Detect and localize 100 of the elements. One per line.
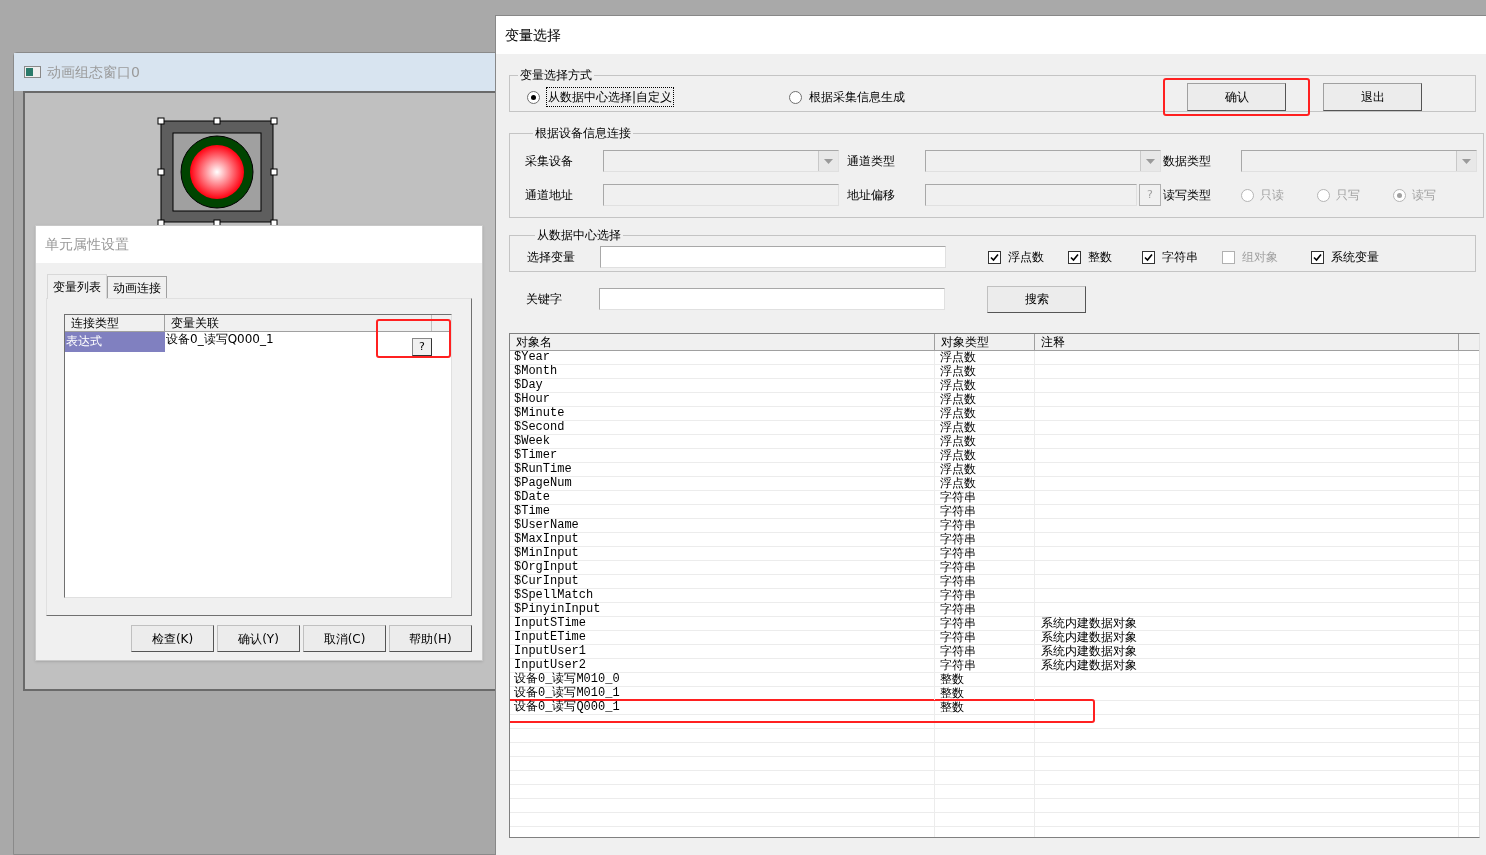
checkbox[interactable]	[1142, 250, 1155, 264]
column-header: 对象名	[510, 334, 935, 350]
table-cell[interactable]: $UserName	[510, 519, 935, 532]
field-label: 数据类型	[1163, 153, 1212, 170]
table-cell[interactable]: $Week	[510, 435, 935, 448]
table-cell[interactable]: 设备0_读写M010_1	[510, 687, 935, 700]
checkbox[interactable]	[1068, 250, 1081, 264]
dialog-button[interactable]: 确认(Y)	[217, 625, 300, 652]
tab[interactable]: 变量列表	[47, 274, 107, 299]
table-cell[interactable]: $Date	[510, 491, 935, 504]
field-label: 通道地址	[525, 187, 574, 204]
table-cell: 浮点数	[935, 379, 1035, 392]
table-cell[interactable]: InputSTime	[510, 617, 935, 630]
dialog-button[interactable]: 检查(K)	[131, 625, 214, 652]
radio-label: 只读	[1260, 187, 1284, 204]
checkbox[interactable]	[988, 250, 1001, 264]
table-cell[interactable]: 设备0_读写M010_0	[510, 673, 935, 686]
table-cell: 字符串	[935, 603, 1035, 616]
table-cell: 字符串	[935, 547, 1035, 560]
table-cell[interactable]: $CurInput	[510, 575, 935, 588]
table-cell[interactable]: $Second	[510, 421, 935, 434]
table-cell: 浮点数	[935, 463, 1035, 476]
column-header: 变量关联	[165, 315, 432, 331]
table-cell: 系统内建数据对象	[1035, 617, 1459, 630]
group-title: 根据设备信息连接	[534, 125, 632, 142]
dialog-button[interactable]: 确认	[1187, 83, 1286, 111]
tab[interactable]: 动画连接	[107, 276, 167, 298]
table-cell[interactable]: $Minute	[510, 407, 935, 420]
field-label: 采集设备	[525, 153, 574, 170]
dialog-button[interactable]: 取消(C)	[303, 625, 386, 652]
window-icon	[24, 66, 41, 78]
table-cell[interactable]: 设备0_读写Q000_1	[510, 701, 935, 714]
table-cell[interactable]: $OrgInput	[510, 561, 935, 574]
table-cell: 整数	[935, 701, 1035, 714]
checkbox-label: 系统变量	[1331, 249, 1379, 266]
table-cell[interactable]: $RunTime	[510, 463, 935, 476]
table-cell[interactable]: $PinyinInput	[510, 603, 935, 616]
dialog-button[interactable]: 帮助(H)	[389, 625, 472, 652]
table-cell: 字符串	[935, 491, 1035, 504]
table-cell: 字符串	[935, 589, 1035, 602]
table-cell: 字符串	[935, 617, 1035, 630]
table-cell[interactable]: InputUser2	[510, 659, 935, 672]
table-cell: 系统内建数据对象	[1035, 645, 1459, 658]
search-button[interactable]: 搜索	[987, 285, 1086, 313]
browse-button[interactable]: ?	[412, 338, 432, 356]
table-cell[interactable]: InputUser1	[510, 645, 935, 658]
caret-icon	[1146, 158, 1155, 164]
table-cell: 字符串	[935, 519, 1035, 532]
table-cell-text: 设备0_读写Q000_1	[165, 332, 275, 348]
table-cell: 字符串	[935, 645, 1035, 658]
table-cell: 浮点数	[935, 435, 1035, 448]
table-cell: 浮点数	[935, 365, 1035, 378]
table-cell: 浮点数	[935, 351, 1035, 364]
table-cell: 整数	[935, 673, 1035, 686]
table-cell: 整数	[935, 687, 1035, 700]
table-cell: 浮点数	[935, 477, 1035, 490]
table-cell: 浮点数	[935, 449, 1035, 462]
field-label: 通道类型	[847, 153, 896, 170]
column-header: 对象类型	[935, 334, 1035, 350]
table-cell: 字符串	[935, 533, 1035, 546]
table-cell: 浮点数	[935, 407, 1035, 420]
table-cell[interactable]: $Hour	[510, 393, 935, 406]
table-cell: 字符串	[935, 561, 1035, 574]
column-header: 连接类型	[65, 315, 165, 331]
table-cell[interactable]: $Month	[510, 365, 935, 378]
table-cell[interactable]: $Year	[510, 351, 935, 364]
table-cell[interactable]: InputETime	[510, 631, 935, 644]
table-cell: 字符串	[935, 505, 1035, 518]
checkbox[interactable]	[1311, 250, 1324, 264]
table-cell[interactable]: $Time	[510, 505, 935, 518]
radio-button[interactable]	[789, 90, 802, 104]
table-cell[interactable]: $SpellMatch	[510, 589, 935, 602]
table-cell: 浮点数	[935, 421, 1035, 434]
table-cell: 字符串	[935, 659, 1035, 672]
table-cell[interactable]: $Day	[510, 379, 935, 392]
table-cell[interactable]: $MinInput	[510, 547, 935, 560]
dialog-title: 单元属性设置	[45, 235, 129, 254]
checkbox-label: 组对象	[1242, 249, 1278, 266]
radio-label: 根据采集信息生成	[808, 89, 906, 106]
lamp-drawing[interactable]	[157, 117, 278, 227]
input-field[interactable]	[599, 288, 945, 310]
radio-label: 只写	[1336, 187, 1360, 204]
radio-button[interactable]	[527, 90, 540, 104]
caret-icon	[824, 158, 833, 164]
caret-icon	[1462, 158, 1471, 164]
table-cell: 字符串	[935, 575, 1035, 588]
checkbox-label: 字符串	[1162, 249, 1198, 266]
table-cell[interactable]: $MaxInput	[510, 533, 935, 546]
checkbox-label: 整数	[1088, 249, 1112, 266]
input-field[interactable]	[600, 246, 946, 268]
table-cell[interactable]: 表达式	[65, 332, 165, 352]
field-label: 读写类型	[1163, 187, 1212, 204]
radio-label: 从数据中心选择|自定义	[546, 87, 675, 107]
table-cell: 系统内建数据对象	[1035, 659, 1459, 672]
dialog-button[interactable]: 退出	[1323, 83, 1422, 111]
table-cell: 浮点数	[935, 393, 1035, 406]
table-cell[interactable]: $PageNum	[510, 477, 935, 490]
group-title: 从数据中心选择	[536, 227, 622, 244]
group-title: 变量选择方式	[519, 67, 593, 84]
table-cell[interactable]: $Timer	[510, 449, 935, 462]
